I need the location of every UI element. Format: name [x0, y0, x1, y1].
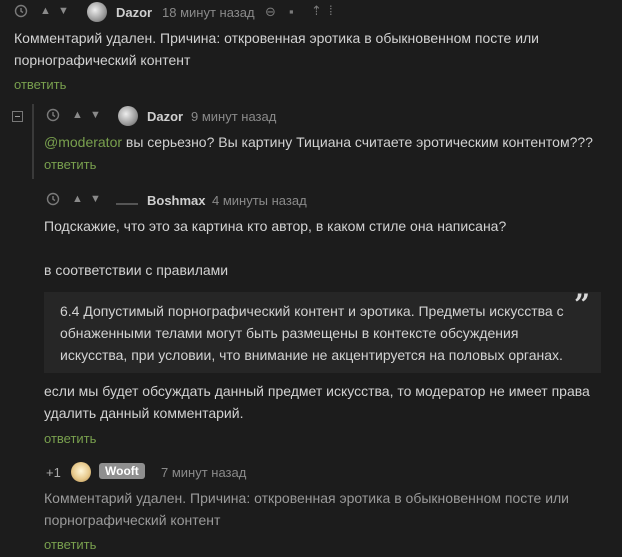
avatar[interactable] [87, 2, 107, 22]
clock-icon[interactable] [14, 4, 28, 21]
comment-text: @moderator вы серьезно? Вы картину Тициа… [44, 131, 614, 153]
comment-paragraph: Подскажие, что это за картина кто автор,… [44, 218, 507, 234]
mention-link[interactable]: @moderator [44, 134, 122, 150]
comment-time[interactable]: 9 минут назад [191, 109, 276, 124]
comment-paragraph: в соответствии с правилами [44, 262, 229, 278]
arrow-up-icon[interactable]: ▲ [72, 193, 84, 205]
arrow-down-icon[interactable]: ▼ [58, 5, 70, 17]
quote-line: 6.4 Допустимый порнографический контент … [60, 303, 564, 319]
reply-button[interactable]: ответить [44, 537, 96, 552]
reply-button[interactable]: ответить [14, 77, 66, 92]
share-icon[interactable]: ⇡ [311, 3, 322, 19]
arrow-up-icon[interactable]: ▲ [40, 5, 52, 17]
clock-icon[interactable] [46, 192, 60, 209]
avatar[interactable] [71, 462, 91, 482]
arrow-down-icon[interactable]: ▼ [90, 193, 102, 205]
comment-time[interactable]: 7 минут назад [161, 465, 246, 480]
comment-time[interactable]: 18 минут назад [162, 5, 255, 20]
comment-text: Комментарий удален. Причина: откровенная… [14, 30, 539, 68]
avatar[interactable] [116, 203, 138, 205]
author-badge[interactable]: Wooft [99, 463, 145, 479]
reply-button[interactable]: ответить [44, 157, 96, 172]
quote-line: искусства, при условии, что внимание не … [60, 347, 563, 363]
thread-line [32, 104, 34, 179]
author-name[interactable]: Dazor [116, 5, 152, 20]
comment-text: порнографический контент [44, 512, 221, 528]
quote-icon: ” [574, 288, 591, 321]
comment-paragraph: удалить данный комментарий. [44, 405, 244, 421]
comment-text: Комментарий удален. Причина: откровенная… [44, 490, 569, 506]
author-name[interactable]: Dazor [147, 109, 183, 124]
comment-paragraph: если мы будет обсуждать данный предмет и… [44, 383, 590, 399]
comment-time[interactable]: 4 минуты назад [212, 193, 307, 208]
clock-icon[interactable] [46, 108, 60, 125]
arrow-down-icon[interactable]: ▼ [90, 109, 102, 121]
more-icon[interactable]: ⁞ [329, 3, 333, 18]
comment-rating: +1 [46, 465, 61, 480]
link-icon[interactable]: ⊖ [265, 4, 276, 20]
reply-button[interactable]: ответить [44, 431, 96, 446]
quote-line: обнаженными телами могут быть размещены … [60, 325, 519, 341]
save-icon[interactable]: ▪ [289, 4, 294, 19]
avatar[interactable] [118, 106, 138, 126]
arrow-up-icon[interactable]: ▲ [72, 109, 84, 121]
collapse-toggle[interactable] [12, 111, 23, 122]
comment-body: вы серьезно? Вы картину Тициана считаете… [122, 134, 593, 150]
author-name[interactable]: Boshmax [147, 193, 206, 208]
